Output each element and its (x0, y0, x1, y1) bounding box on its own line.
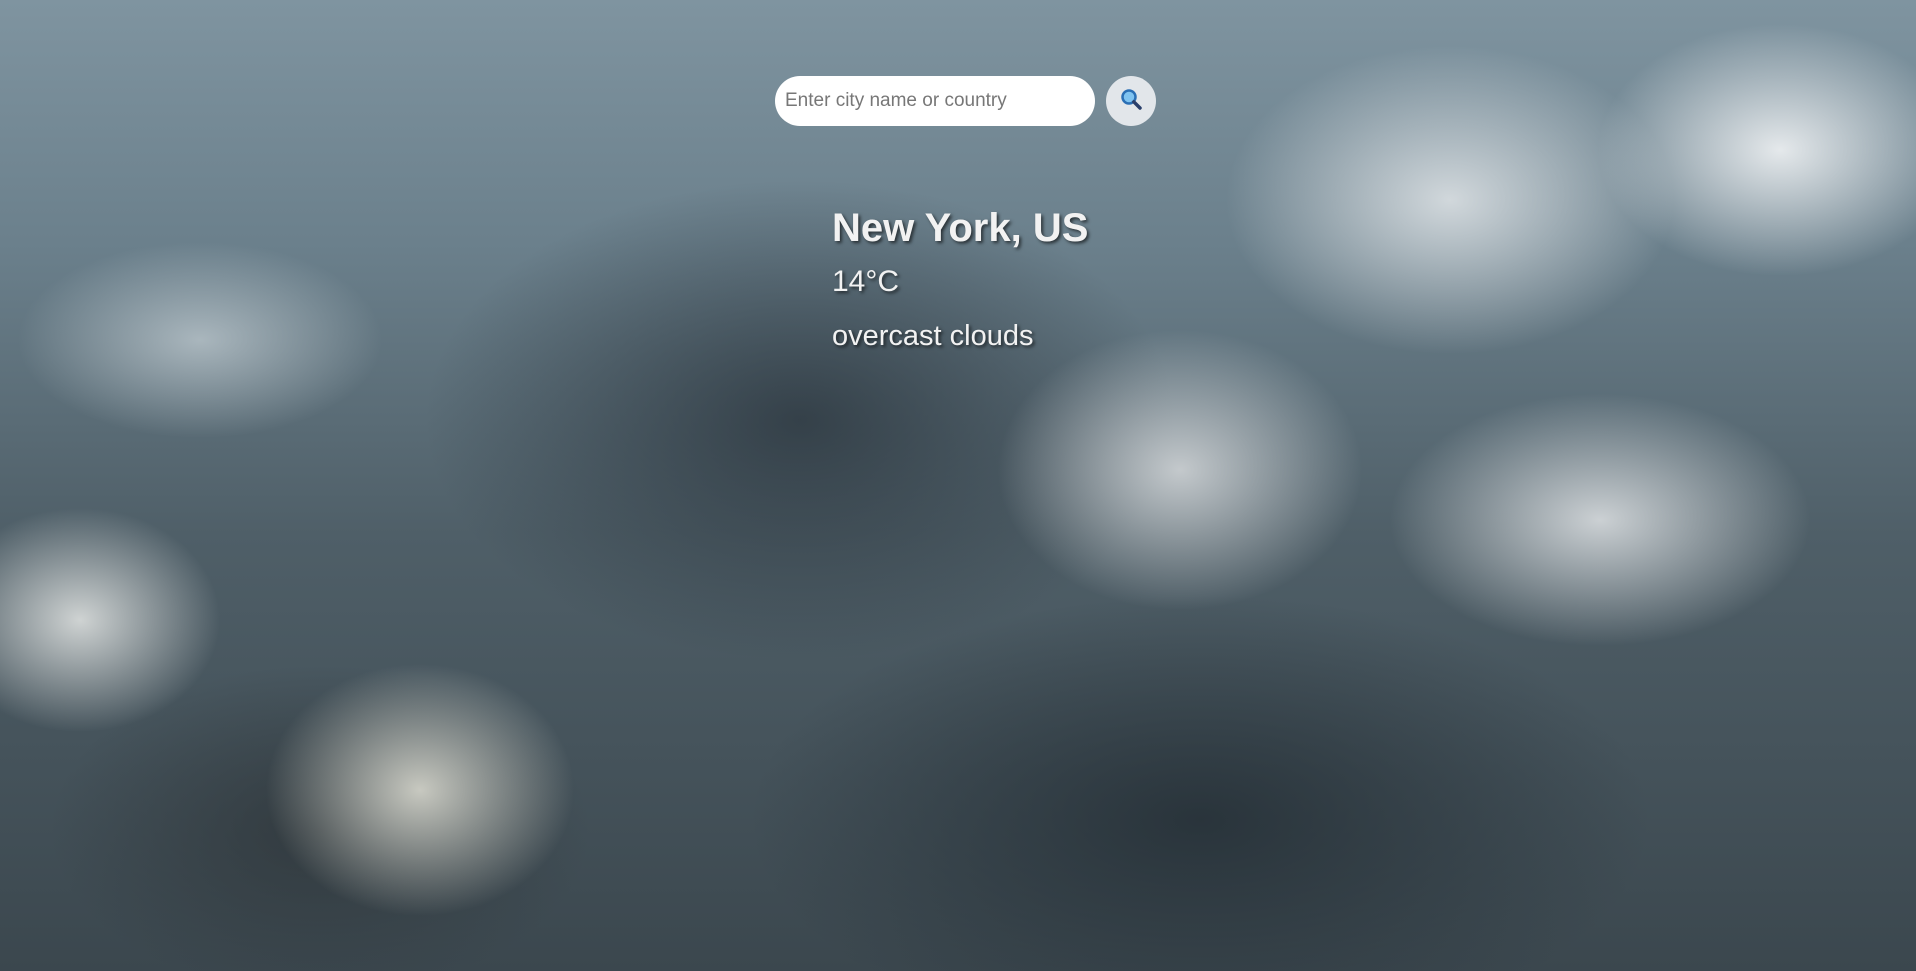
search-bar (775, 76, 1156, 126)
temperature: 14°C (832, 265, 900, 298)
search-input[interactable] (775, 76, 1095, 126)
background-cloudy-sky (0, 0, 1916, 971)
weather-description: overcast clouds (832, 320, 1034, 352)
city-name: New York, US (832, 206, 1089, 250)
search-button[interactable] (1106, 76, 1156, 126)
magnifying-glass-icon (1119, 87, 1143, 116)
weather-panel: New York, US 14°C overcast clouds (832, 200, 1088, 356)
